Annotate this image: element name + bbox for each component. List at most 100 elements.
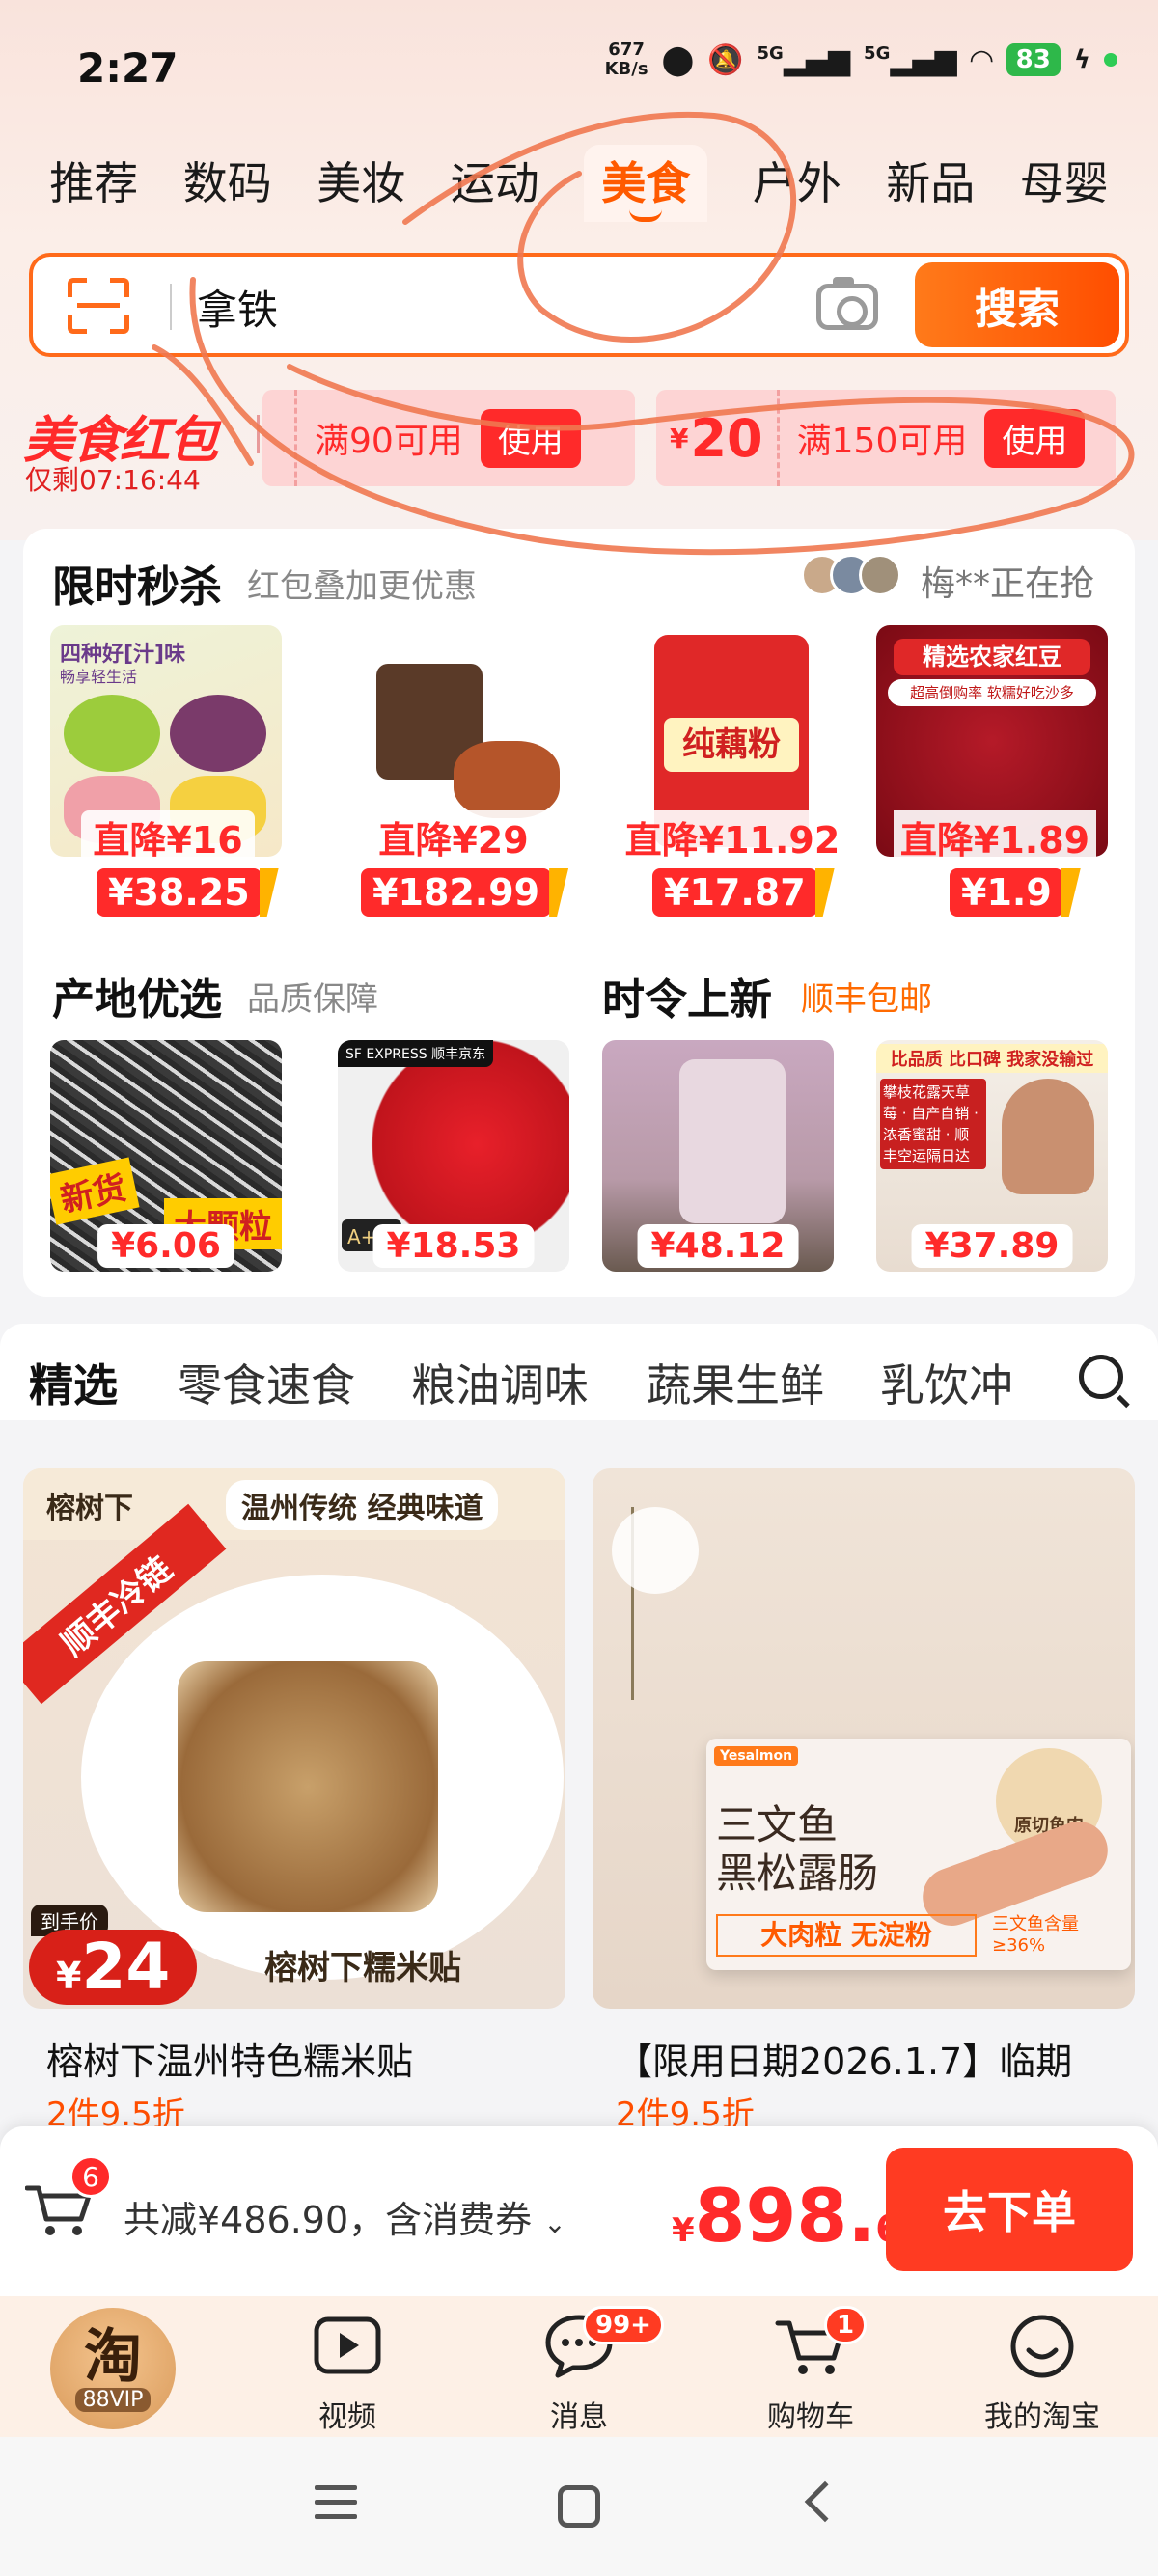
product-image: 榕树下 温州传统 经典味道 顺丰冷链 到手价 ¥24 榕树下糯米贴 — [23, 1468, 565, 2009]
product-price: ¥37.89 — [911, 1224, 1073, 1268]
saving-summary[interactable]: 共减¥486.90，含消费券 ⌄ — [124, 2190, 566, 2243]
taobao-logo-icon: 淘 — [84, 2322, 142, 2391]
feed-tabs: 精选 零食速食 粮油调味 蔬果生鲜 乳饮冲 — [0, 1324, 1158, 1430]
crab-illustration — [454, 741, 560, 818]
tab-cart[interactable]: 购物车 1 — [733, 2306, 888, 2435]
battery-indicator: 83 — [1006, 43, 1061, 76]
back-icon[interactable] — [804, 2480, 846, 2523]
product-price: ¥6.06 — [97, 1224, 234, 1268]
scan-icon[interactable] — [68, 278, 129, 334]
coupon-1[interactable]: 满90可用 使用 — [262, 390, 635, 486]
origin-select-subtitle: 品质保障 — [247, 980, 378, 1019]
price-tag: ¥17.87 — [652, 868, 817, 917]
net-speed: 677 KB/s — [604, 40, 648, 79]
coupon-use-button[interactable]: 使用 — [984, 408, 1086, 468]
origin-select-title[interactable]: 产地优选 — [52, 965, 222, 1027]
coupon-amount: ¥20 — [656, 390, 780, 486]
fruit-illustration — [170, 695, 266, 772]
tab-new[interactable]: 新品 — [886, 145, 975, 222]
coupon-condition: 满90可用 — [315, 422, 463, 461]
profile-icon — [1010, 2315, 1074, 2378]
home-icon[interactable] — [558, 2485, 600, 2528]
package-illustration — [679, 1059, 786, 1223]
divider — [257, 415, 260, 453]
signal-icon-1: 5G▂▄▆ — [757, 42, 851, 77]
camera-icon[interactable] — [816, 277, 878, 330]
cart-count-badge: 6 — [69, 2155, 112, 2198]
coupon-condition: 满150可用 — [796, 422, 968, 461]
product-image[interactable]: SF EXPRESS 顺丰京东 A+级 ¥18.53 — [338, 1040, 569, 1272]
recent-apps-icon[interactable] — [315, 2485, 357, 2529]
feed-tab-grain-oil[interactable]: 粮油调味 — [411, 1351, 589, 1414]
tab-sports[interactable]: 运动 — [451, 145, 539, 222]
feed-tab-dairy[interactable]: 乳饮冲 — [880, 1351, 1013, 1414]
feed-item[interactable]: 榕树下 温州传统 经典味道 顺丰冷链 到手价 ¥24 榕树下糯米贴 榕树下温州特… — [23, 1468, 565, 2134]
total-price: ¥898.6 — [672, 2173, 901, 2259]
red-packet-timer: 仅剩07:16:44 — [25, 464, 201, 496]
tab-digital[interactable]: 数码 — [183, 145, 272, 222]
status-bar: 2:27 677 KB/s ⬤ 🔕 5G▂▄▆ 5G▂▄▆ ◠ 83 ϟ — [0, 0, 1158, 135]
box-illustration: Yesalmon 三文鱼 黑松露肠 原切鱼肉 大肉粒 无淀粉 三文鱼含量≥36% — [706, 1739, 1131, 1970]
price-badge: ¥24 — [29, 1930, 198, 2005]
price-drop: 直降¥29 — [357, 810, 550, 863]
price-tag: ¥38.25 — [96, 868, 262, 917]
search-divider — [170, 284, 172, 330]
chevron-down-icon: ⌄ — [543, 2207, 566, 2239]
location-icon: ⬤ — [661, 42, 695, 77]
product-image: Yesalmon 三文鱼 黑松露肠 原切鱼肉 大肉粒 无淀粉 三文鱼含量≥36% — [593, 1468, 1135, 2009]
coupon-amount — [262, 390, 297, 486]
status-icons: 677 KB/s ⬤ 🔕 5G▂▄▆ 5G▂▄▆ ◠ 83 ϟ — [605, 41, 1117, 79]
wifi-icon: ◠ — [970, 42, 993, 77]
search-bar: 搜索 — [29, 253, 1129, 357]
seasonal-title[interactable]: 时令上新 — [602, 965, 772, 1027]
brand-logo: 榕树下 — [46, 1492, 133, 1525]
cart-count-badge: 1 — [824, 2306, 868, 2344]
tab-messages[interactable]: 消息 99+ — [502, 2306, 664, 2435]
product-price: ¥48.12 — [637, 1224, 799, 1268]
video-icon — [314, 2316, 381, 2374]
charging-icon: ϟ — [1073, 45, 1090, 74]
promo-card: 限时秒杀 红包叠加更优惠 梅**正在抢 四种好[汁]味 畅享轻生活 直降¥16 … — [23, 529, 1135, 1297]
mute-icon: 🔕 — [707, 42, 744, 77]
feed-item-title[interactable]: 榕树下温州特色糯米贴 — [46, 2032, 413, 2085]
coupon-use-button[interactable]: 使用 — [480, 408, 581, 468]
farmer-illustration — [1002, 1079, 1094, 1194]
tab-food[interactable]: 美食 — [584, 145, 708, 222]
price-drop: 直降¥1.89 — [894, 810, 1096, 863]
search-icon[interactable] — [1079, 1355, 1123, 1399]
category-tabs: 推荐 数码 美妆 运动 美食 户外 新品 母婴 — [0, 145, 1158, 222]
seasonal-subtitle: 顺丰包邮 — [801, 980, 932, 1019]
price-drop: 直降¥16 — [81, 810, 255, 863]
tab-beauty[interactable]: 美妆 — [317, 145, 405, 222]
price-tag: ¥182.99 — [361, 868, 552, 917]
coupon-2[interactable]: ¥20 满150可用 使用 — [656, 390, 1116, 486]
feed-tab-selected[interactable]: 精选 — [29, 1351, 118, 1430]
place-order-button[interactable]: 去下单 — [886, 2148, 1133, 2271]
search-button[interactable]: 搜索 — [915, 262, 1119, 347]
flash-sale-title[interactable]: 限时秒杀 — [52, 552, 222, 614]
bottom-tab-bar: 淘 88VIP 视频 消息 99+ 购物车 1 我的淘宝 — [0, 2296, 1158, 2437]
flash-sale-subtitle: 红包叠加更优惠 — [247, 567, 477, 606]
buyer-avatars — [801, 554, 901, 596]
tab-video[interactable]: 视频 — [270, 2310, 425, 2435]
tab-recommend[interactable]: 推荐 — [49, 145, 138, 222]
product-image[interactable]: 新货 大颗粒 ¥6.06 — [50, 1040, 282, 1272]
checkout-bar: 6 共减¥486.90，含消费券 ⌄ ¥898.6 去下单 — [0, 2126, 1158, 2296]
status-time: 2:27 — [77, 44, 179, 92]
red-packet-row: 美食红包 仅剩07:16:44 满90可用 使用 ¥20 满150可用 使用 — [0, 386, 1158, 496]
product-image[interactable]: ¥48.12 — [602, 1040, 834, 1272]
feed-tab-snacks[interactable]: 零食速食 — [178, 1351, 355, 1414]
tab-baby[interactable]: 母婴 — [1020, 145, 1109, 222]
tab-outdoor[interactable]: 户外 — [753, 145, 841, 222]
product-price: ¥18.53 — [372, 1224, 535, 1268]
feed-area: 榕树下 温州传统 经典味道 顺丰冷链 到手价 ¥24 榕树下糯米贴 榕树下温州特… — [0, 1420, 1158, 2134]
feed-tab-fresh[interactable]: 蔬果生鲜 — [647, 1351, 824, 1414]
message-count-badge: 99+ — [583, 2306, 664, 2344]
product-image[interactable]: 比品质 比口碑 我家没输过 攀枝花露天草莓 · 自产自销 · 浓香蜜甜 · 顺丰… — [876, 1040, 1108, 1272]
feed-item[interactable]: Yesalmon 三文鱼 黑松露肠 原切鱼肉 大肉粒 无淀粉 三文鱼含量≥36%… — [593, 1468, 1135, 2134]
tab-88vip[interactable]: 淘 88VIP — [50, 2308, 176, 2429]
tab-my-taobao[interactable]: 我的淘宝 — [965, 2310, 1119, 2435]
search-input[interactable] — [197, 278, 776, 336]
grabbing-text: 梅**正在抢 — [921, 564, 1095, 604]
feed-item-title[interactable]: 【限用日期2026.1.7】临期 — [616, 2032, 1072, 2085]
